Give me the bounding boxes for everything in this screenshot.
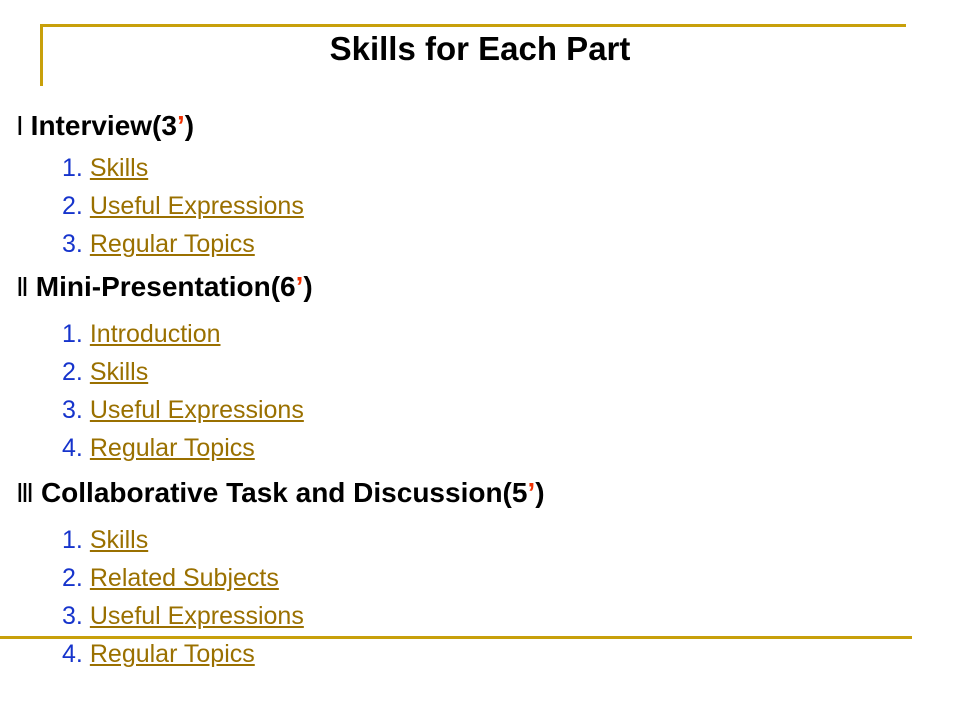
part-item-list: 1. Introduction 2. Skills 3. Useful Express… <box>0 315 960 467</box>
list-item-number: 3. <box>62 602 83 630</box>
list-item-link[interactable]: Skills <box>90 154 148 182</box>
part-heading-close: ) <box>184 110 195 141</box>
list-item-number: 1. <box>62 154 83 182</box>
list-item-link[interactable]: Regular Topics <box>90 230 255 258</box>
list-item-number: 2. <box>62 358 83 386</box>
list-item-number: 2. <box>62 192 83 220</box>
part-heading-text: Interview(3 <box>30 110 177 141</box>
list-item: 4. Regular Topics <box>0 429 960 467</box>
part-heading-close: ) <box>535 477 545 508</box>
list-item-number: 3. <box>62 230 83 258</box>
outline-content: Ⅰ Interview(3’) 1. Skills 2. Useful Express… <box>0 106 960 673</box>
part-item-list: 1. Skills 2. Useful Expressions 3. Regular … <box>0 149 960 263</box>
part-numeral: Ⅲ <box>16 479 34 508</box>
list-item: 2. Useful Expressions <box>0 187 960 225</box>
list-item: 2. Skills <box>0 353 960 391</box>
part-numeral: Ⅱ <box>16 273 29 302</box>
list-item-link[interactable]: Useful Expressions <box>90 602 304 630</box>
list-item: 2. Related Subjects <box>0 559 960 597</box>
part-heading-text: Collaborative Task and Discussion(5 <box>40 477 528 508</box>
list-item: 3. Regular Topics <box>0 225 960 263</box>
list-item-link[interactable]: Useful Expressions <box>90 192 304 220</box>
list-item-number: 4. <box>62 640 83 668</box>
list-item-link[interactable]: Regular Topics <box>90 434 255 462</box>
part-heading-text: Mini-Presentation(6 <box>35 271 296 302</box>
list-item: 1. Skills <box>0 149 960 187</box>
list-item-number: 4. <box>62 434 83 462</box>
outline-part: Ⅰ Interview(3’) 1. Skills 2. Useful Express… <box>0 106 960 263</box>
part-heading: Ⅰ Interview(3’) <box>0 106 960 147</box>
list-item: 1. Skills <box>0 521 960 559</box>
outline-part: Ⅱ Mini-Presentation(6’) 1. Introduction 2.… <box>0 267 960 467</box>
part-heading-close: ) <box>303 271 313 302</box>
list-item-number: 2. <box>62 564 83 592</box>
bottom-decorative-rule <box>0 636 912 639</box>
list-item-link[interactable]: Skills <box>90 526 148 554</box>
page-title: Skills for Each Part <box>329 30 631 67</box>
list-item-link[interactable]: Related Subjects <box>90 564 279 592</box>
list-item-number: 3. <box>62 396 83 424</box>
list-item: 4. Regular Topics <box>0 635 960 673</box>
slide-canvas: Skills for Each Part Ⅰ Interview(3’) 1. Sk… <box>0 0 960 720</box>
list-item-link[interactable]: Introduction <box>90 320 221 348</box>
list-item: 1. Introduction <box>0 315 960 353</box>
minutes-tick-mark: ’ <box>176 110 185 141</box>
list-item-link[interactable]: Useful Expressions <box>90 396 304 424</box>
list-item: 3. Useful Expressions <box>0 391 960 429</box>
outline-part: Ⅲ Collaborative Task and Discussion(5’) 1… <box>0 473 960 673</box>
part-item-list: 1. Skills 2. Related Subjects 3. Useful Exp… <box>0 521 960 673</box>
list-item-link[interactable]: Skills <box>90 358 148 386</box>
part-heading: Ⅲ Collaborative Task and Discussion(5’) <box>0 473 960 514</box>
part-numeral: Ⅰ <box>16 112 24 141</box>
part-heading: Ⅱ Mini-Presentation(6’) <box>0 267 960 308</box>
list-item-number: 1. <box>62 320 83 348</box>
list-item: 3. Useful Expressions <box>0 597 960 635</box>
list-item-link[interactable]: Regular Topics <box>90 640 255 668</box>
list-item-number: 1. <box>62 526 83 554</box>
